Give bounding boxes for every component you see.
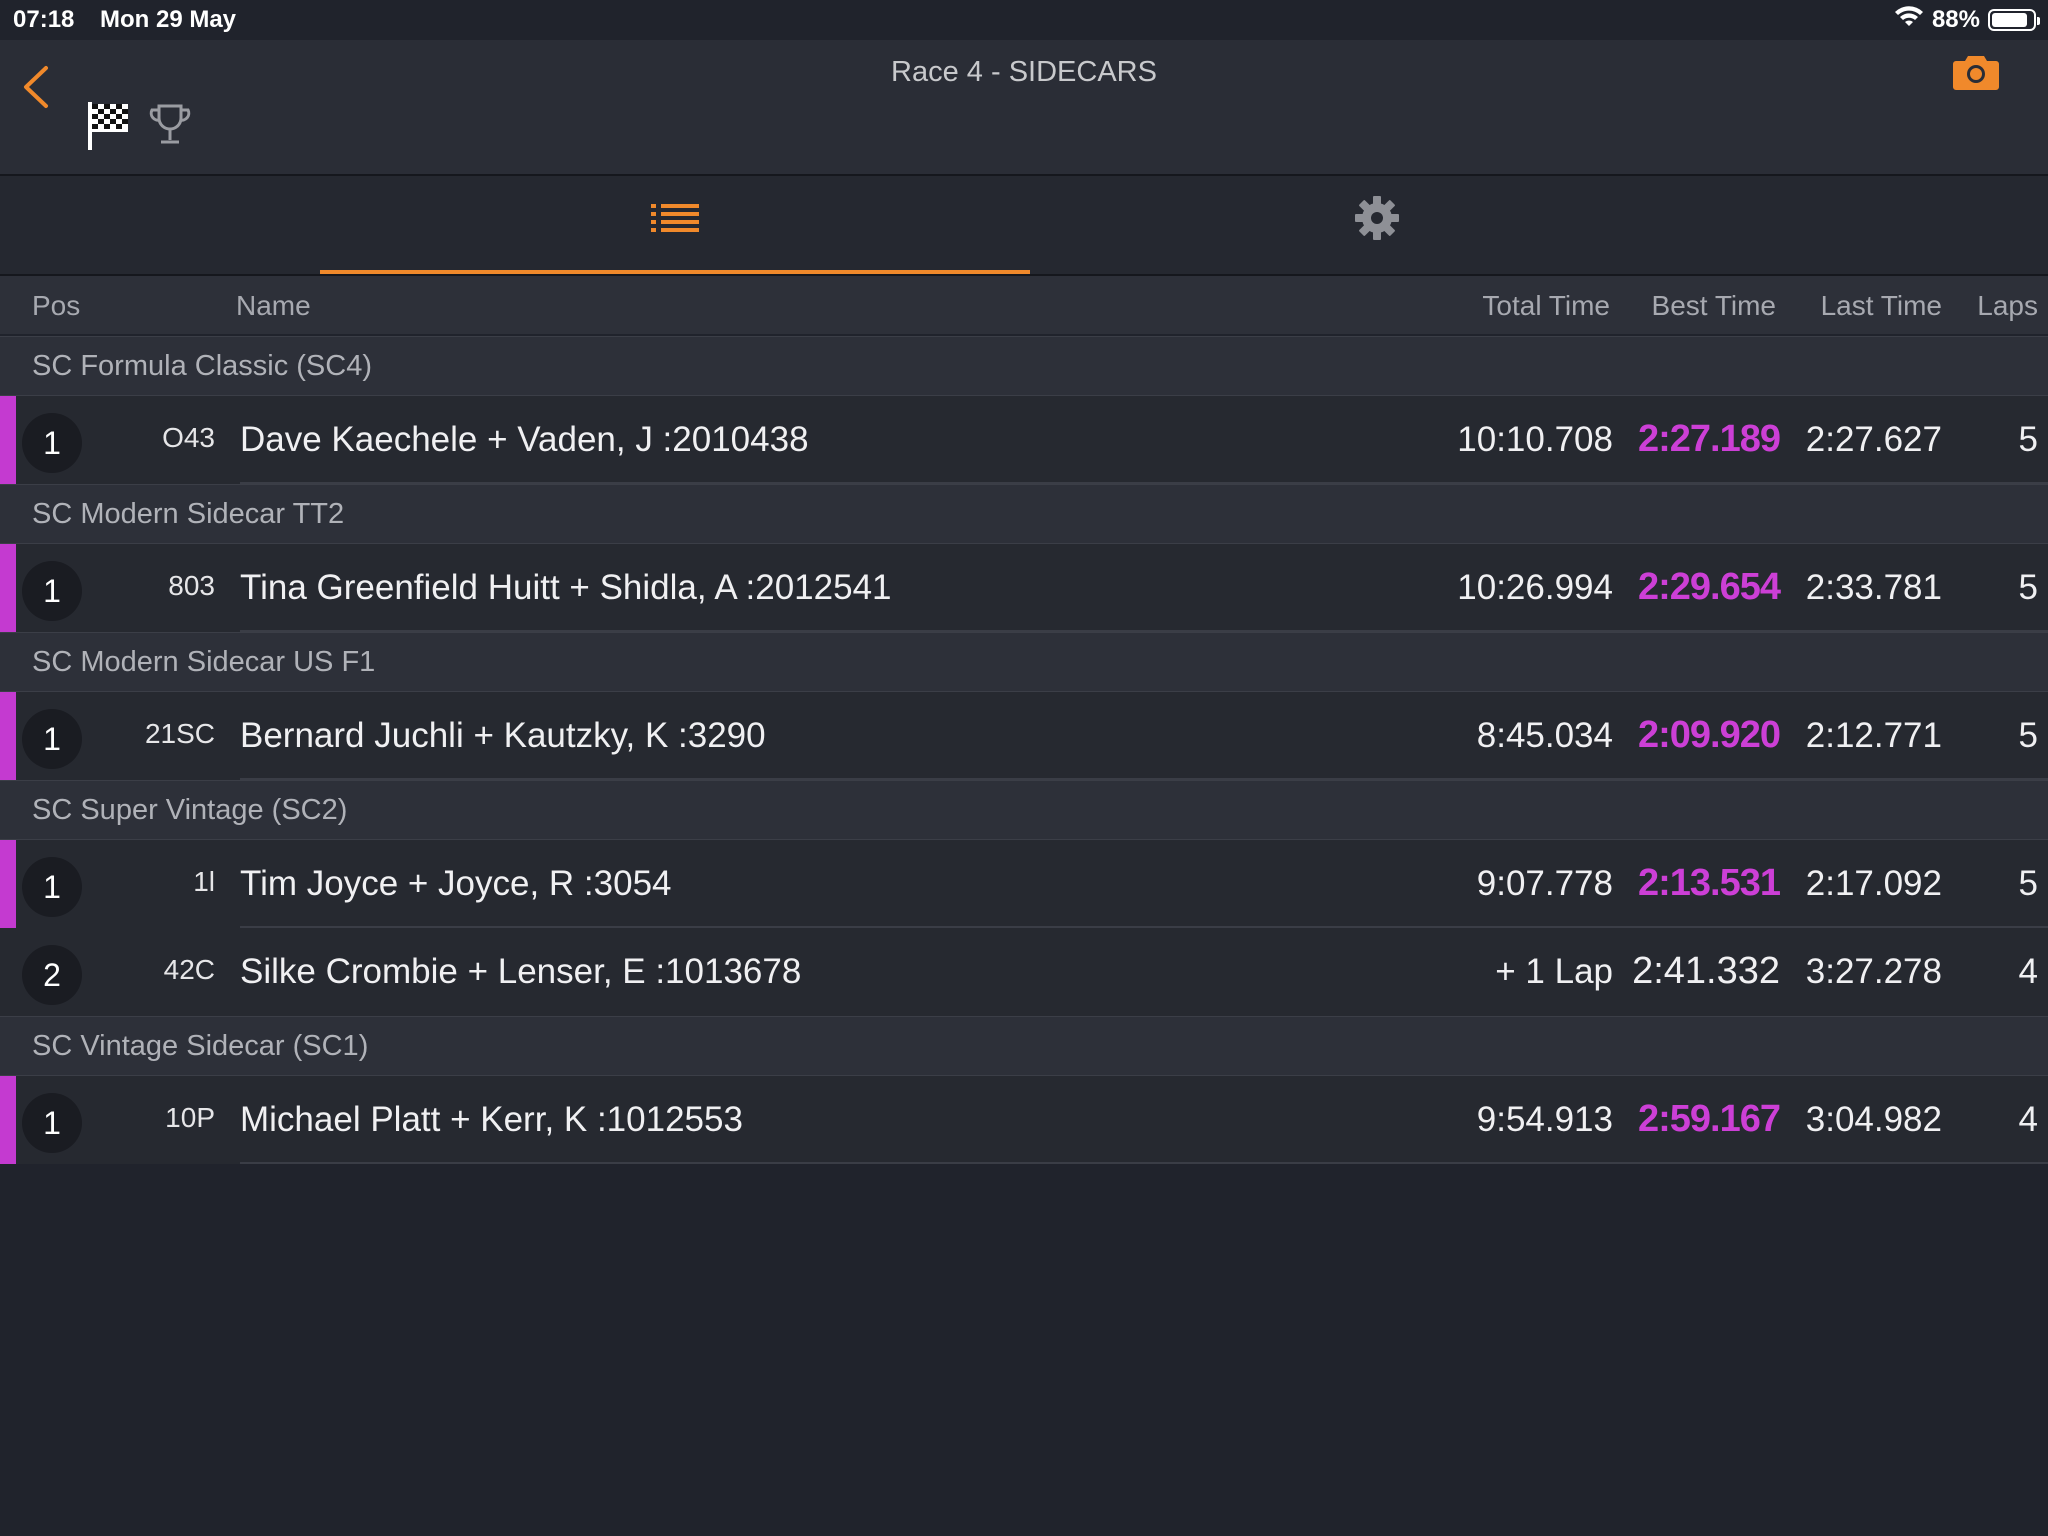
gear-icon <box>1355 196 1399 240</box>
active-tab-indicator <box>320 270 1030 274</box>
race-number: 803 <box>168 570 215 601</box>
class-name: SC Formula Classic (SC4) <box>32 350 372 382</box>
rider-name: Silke Crombie + Lenser, E :1013678 <box>240 952 802 991</box>
checkered-flag-icon[interactable] <box>86 100 130 157</box>
total-time: 8:45.034 <box>1476 716 1613 755</box>
best-time: 2:13.531 <box>1637 862 1781 904</box>
best-time: 2:59.167 <box>1637 1098 1781 1140</box>
class-header: SC Modern Sidecar US F1 <box>0 632 2048 692</box>
class-header: SC Modern Sidecar TT2 <box>0 484 2048 544</box>
table-row[interactable]: 1 21SC Bernard Juchli + Kautzky, K :3290… <box>0 692 2048 780</box>
list-icon <box>651 204 699 232</box>
pb-stripe <box>0 692 16 780</box>
class-name: SC Modern Sidecar US F1 <box>32 646 376 678</box>
rider-name: Dave Kaechele + Vaden, J :2010438 <box>240 420 809 459</box>
total-time: 9:54.913 <box>1476 1100 1613 1139</box>
battery-percent: 88% <box>1931 5 1980 33</box>
rider-name: Tim Joyce + Joyce, R :3054 <box>240 864 672 903</box>
col-pos: Pos <box>32 290 81 321</box>
laps: 4 <box>2018 952 2038 991</box>
total-time: 10:26.994 <box>1457 568 1613 607</box>
pb-stripe <box>0 396 16 484</box>
battery-icon <box>1988 8 2040 31</box>
col-last-time: Last Time <box>1820 290 1942 321</box>
position-badge: 1 <box>22 1093 82 1153</box>
total-time: 9:07.778 <box>1476 864 1613 903</box>
position-badge: 1 <box>22 857 82 917</box>
race-number: 42C <box>163 954 215 985</box>
laps: 5 <box>2018 420 2038 459</box>
camera-icon[interactable] <box>1952 52 2000 97</box>
total-time: 10:10.708 <box>1457 420 1613 459</box>
rider-name: Tina Greenfield Huitt + Shidla, A :20125… <box>240 568 892 607</box>
last-time: 2:27.627 <box>1805 420 1942 459</box>
last-time: 3:04.982 <box>1805 1100 1942 1139</box>
col-best-time: Best Time <box>1651 290 1776 321</box>
col-name: Name <box>236 290 311 321</box>
page-title: Race 4 - SIDECARS <box>891 56 1157 88</box>
laps: 5 <box>2018 568 2038 607</box>
best-time: 2:09.920 <box>1637 714 1781 756</box>
status-right: 88% <box>1894 5 2040 34</box>
status-time: 07:18 <box>13 6 75 33</box>
status-bar: 07:18 Mon 29 May 88% <box>0 0 2048 40</box>
class-name: SC Vintage Sidecar (SC1) <box>32 1030 369 1062</box>
rider-name: Michael Platt + Kerr, K :1012553 <box>240 1100 743 1139</box>
status-date: Mon 29 May <box>100 6 237 33</box>
table-row[interactable]: 1 1l Tim Joyce + Joyce, R :3054 9:07.778… <box>0 840 2048 928</box>
pb-stripe <box>0 1076 16 1164</box>
table-row[interactable]: 1 10P Michael Platt + Kerr, K :1012553 9… <box>0 1076 2048 1164</box>
class-name: SC Super Vintage (SC2) <box>32 794 348 826</box>
class-header: SC Vintage Sidecar (SC1) <box>0 1016 2048 1076</box>
race-number: O43 <box>162 422 215 453</box>
wifi-icon <box>1894 5 1924 34</box>
col-total-time: Total Time <box>1482 290 1610 321</box>
table-row[interactable]: 1 803 Tina Greenfield Huitt + Shidla, A … <box>0 544 2048 632</box>
col-laps: Laps <box>1977 290 2038 321</box>
class-header: SC Formula Classic (SC4) <box>0 336 2048 396</box>
trophy-icon[interactable] <box>148 102 192 155</box>
total-time: + 1 Lap <box>1495 952 1613 991</box>
column-header: Pos Name Total Time Best Time Last Time … <box>0 276 2048 334</box>
class-header: SC Super Vintage (SC2) <box>0 780 2048 840</box>
laps: 4 <box>2018 1100 2038 1139</box>
best-time: 2:29.654 <box>1637 566 1781 608</box>
laps: 5 <box>2018 716 2038 755</box>
race-number: 10P <box>165 1102 215 1133</box>
rider-name: Bernard Juchli + Kautzky, K :3290 <box>240 716 766 755</box>
position-badge: 1 <box>22 413 82 473</box>
last-time: 3:27.278 <box>1805 952 1942 991</box>
nav-header: Race 4 - SIDECARS <box>0 40 2048 176</box>
position-badge: 2 <box>22 945 82 1005</box>
best-time: 2:41.332 <box>1632 950 1780 992</box>
race-number: 21SC <box>144 718 215 749</box>
position-badge: 1 <box>22 561 82 621</box>
table-row[interactable]: 2 42C Silke Crombie + Lenser, E :1013678… <box>0 928 2048 1016</box>
class-name: SC Modern Sidecar TT2 <box>32 498 345 530</box>
pb-stripe <box>0 544 16 632</box>
tab-results-list[interactable] <box>320 176 1030 274</box>
last-time: 2:17.092 <box>1805 864 1942 903</box>
tab-bar <box>0 176 2048 276</box>
position-badge: 1 <box>22 709 82 769</box>
best-time: 2:27.189 <box>1637 418 1781 460</box>
last-time: 2:12.771 <box>1805 716 1942 755</box>
laps: 5 <box>2018 864 2038 903</box>
race-number: 1l <box>193 866 215 897</box>
table-row[interactable]: 1 O43 Dave Kaechele + Vaden, J :2010438 … <box>0 396 2048 484</box>
pb-stripe <box>0 840 16 928</box>
tab-settings[interactable] <box>1030 176 1724 274</box>
last-time: 2:33.781 <box>1805 568 1942 607</box>
